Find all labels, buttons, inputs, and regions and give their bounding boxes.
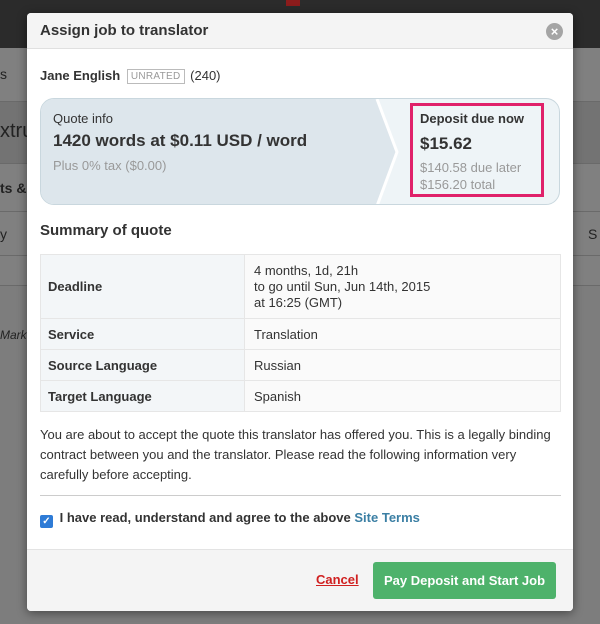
assign-job-modal: Assign job to translator × Jane English … [27,13,573,611]
deadline-line: 4 months, 1d, 21h [254,262,359,278]
agreement-row: ✓ I have read, understand and agree to t… [40,510,420,528]
modal-header: Assign job to translator × [27,13,573,49]
review-count: (240) [190,68,221,83]
source-language-label: Source Language [40,349,245,381]
site-terms-link[interactable]: Site Terms [354,510,420,525]
target-language-label: Target Language [40,380,245,412]
background-text: Mark [0,328,27,342]
background-logo-mark [286,0,300,6]
deadline-value: 4 months, 1d, 21h to go until Sun, Jun 1… [244,254,561,319]
pay-deposit-button[interactable]: Pay Deposit and Start Job [373,562,556,599]
close-icon[interactable]: × [546,23,563,40]
deposit-total: $156.20 total [420,177,496,192]
modal-footer: Cancel Pay Deposit and Start Job [27,549,573,611]
quote-tax: Plus 0% tax ($0.00) [53,158,167,173]
summary-title: Summary of quote [40,222,172,239]
background-text: S [588,226,598,242]
divider [40,495,561,496]
deposit-amount: $15.62 [420,134,472,153]
deposit-due-later: $140.58 due later [420,160,522,175]
deadline-line: at 16:25 (GMT) [254,294,343,310]
rating-badge: UNRATED [126,69,185,84]
service-value: Translation [244,318,561,350]
quote-rate: 1420 words at $0.11 USD / word [53,131,308,150]
quote-info-label: Quote info [53,111,113,126]
table-row: Service Translation [40,318,561,350]
summary-table: Deadline 4 months, 1d, 21h to go until S… [40,254,561,412]
translator-info: Jane English UNRATED (240) [40,68,221,84]
background-text: ts & [0,180,27,196]
deposit-highlight-box: Deposit due now $15.62 $140.58 due later… [410,103,544,197]
table-row: Target Language Spanish [40,380,561,412]
deadline-label: Deadline [40,254,245,319]
service-label: Service [40,318,245,350]
deposit-label: Deposit due now [420,111,524,126]
background-text: s [0,66,7,82]
deadline-line: to go until Sun, Jun 14th, 2015 [254,278,431,294]
agree-checkbox[interactable]: ✓ [40,515,53,528]
background-text: y [0,226,7,242]
modal-title: Assign job to translator [40,22,209,39]
source-language-value: Russian [244,349,561,381]
translator-name[interactable]: Jane English [40,68,120,83]
cancel-button[interactable]: Cancel [316,572,359,587]
agreement-text: I have read, understand and agree to the… [59,510,351,525]
table-row: Source Language Russian [40,349,561,381]
legal-notice: You are about to accept the quote this t… [40,427,551,482]
target-language-value: Spanish [244,380,561,412]
table-row: Deadline 4 months, 1d, 21h to go until S… [40,254,561,319]
